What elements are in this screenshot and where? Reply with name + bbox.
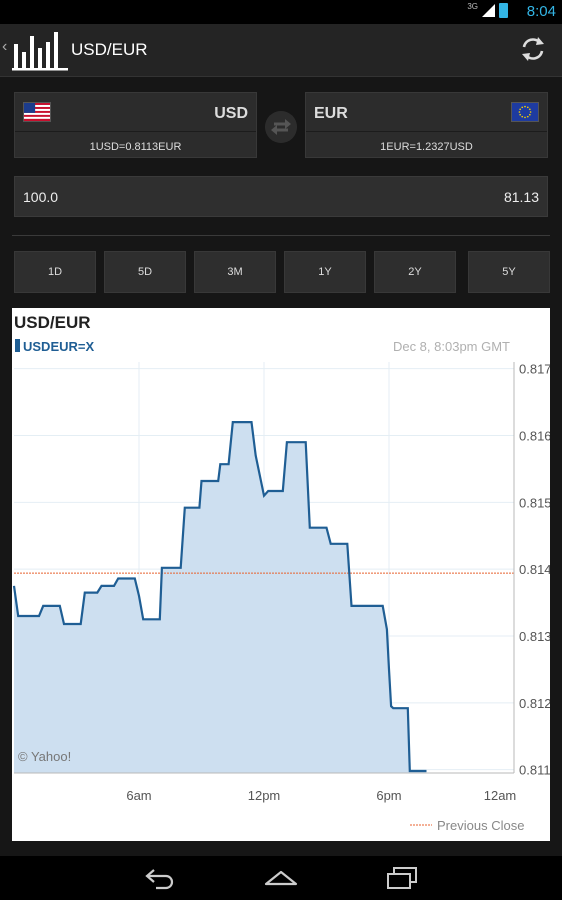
amount-input[interactable]: 100.0 [23,189,58,205]
x-tick-label: 6am [126,788,151,803]
series-label: USDEUR=X [23,339,94,354]
x-axis-ticks: 6am 12pm 6pm 12am [126,788,516,803]
y-tick-label: 0.813 [519,629,550,644]
action-bar: ‹ USD/EUR [0,24,562,77]
to-currency-selector[interactable]: EUR 1EUR=1.2327USD [305,92,548,158]
from-currency-selector[interactable]: USD 1USD=0.8113EUR [14,92,257,158]
y-axis-ticks: 0.817 0.816 0.815 0.814 0.813 0.812 0.811 [519,362,550,778]
chart-svg: 0.817 0.816 0.815 0.814 0.813 0.812 0.811 6am 1… [12,313,550,833]
from-currency-code: USD [214,105,248,122]
chart-timestamp: Dec 8, 8:03pm GMT [393,339,510,354]
period-3m-button[interactable]: 3M [194,251,276,293]
series-swatch [15,339,20,352]
y-tick-label: 0.812 [519,696,550,711]
from-currency-rate: 1USD=0.8113EUR [89,141,182,153]
y-tick-label: 0.815 [519,495,550,510]
price-chart: 0.817 0.816 0.815 0.814 0.813 0.812 0.811 6am 1… [12,308,550,841]
y-tick-label: 0.816 [519,429,550,444]
back-caret-icon: ‹ [2,38,8,55]
x-tick-label: 12pm [248,788,281,803]
to-currency-rate: 1EUR=1.2327USD [380,141,473,153]
period-2y-button[interactable]: 2Y [374,251,456,293]
up-button[interactable]: ‹ [0,24,70,76]
converted-amount: 81.13 [503,189,539,205]
period-1y-button[interactable]: 1Y [284,251,366,293]
price-area [14,422,427,773]
y-tick-label: 0.814 [519,562,550,577]
status-icons: 3G [467,2,508,18]
signal-icon [482,4,495,17]
back-icon[interactable] [142,864,178,892]
period-1d-button[interactable]: 1D [14,251,96,293]
y-tick-label: 0.811 [519,763,550,778]
x-tick-label: 6pm [376,788,401,803]
navigation-bar [0,856,562,900]
y-tick-label: 0.817 [519,362,550,377]
period-selector: 1D 5D 3M 1Y 2Y 5Y [14,251,550,293]
network-type-label: 3G [467,2,478,11]
app-logo-icon [12,32,68,71]
us-flag-icon [23,102,51,122]
legend-label: Previous Close [437,818,524,833]
eu-flag-icon [511,102,539,122]
from-currency-header: USD [15,93,256,132]
amount-row: 100.0 81.13 [14,176,548,217]
clock: 8:04 [526,3,556,20]
page-title: USD/EUR [71,40,148,59]
period-5y-button[interactable]: 5Y [468,251,550,293]
x-tick-label: 12am [484,788,517,803]
recent-apps-icon[interactable] [384,864,420,892]
chart-title: USD/EUR [14,313,91,332]
status-bar: 3G 8:04 [0,0,562,24]
divider [12,235,550,236]
swap-currencies-icon[interactable] [265,111,297,143]
home-icon[interactable] [263,864,299,892]
refresh-icon[interactable] [518,34,548,64]
period-5d-button[interactable]: 5D [104,251,186,293]
to-currency-code: EUR [314,105,348,122]
watermark: © Yahoo! [18,749,71,764]
battery-icon [499,3,508,18]
to-currency-header: EUR [306,93,547,132]
